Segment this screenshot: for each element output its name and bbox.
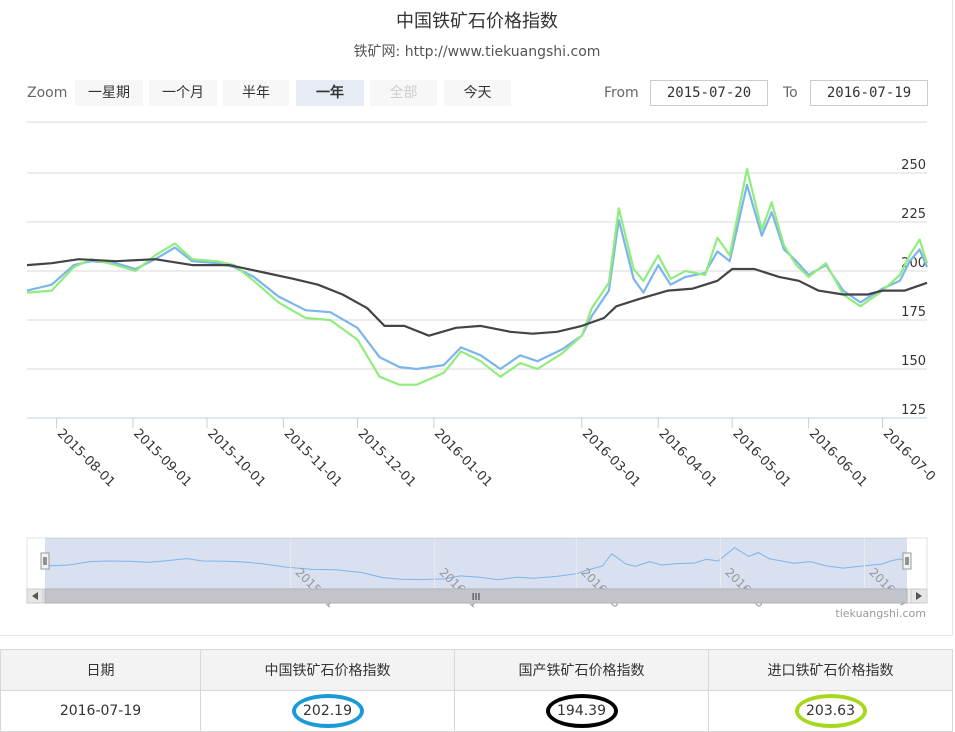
- x-axis: 2015-08-01 2015-09-01 2015-10-01 2015-11-01…: [27, 417, 938, 490]
- x-tick-label-2015-09-01: 2015-09-01: [130, 426, 194, 490]
- header-china-index: 中国铁矿石价格指数: [200, 649, 455, 691]
- chart-subtitle: 铁矿网: http://www.tiekuangshi.com: [354, 44, 601, 60]
- x-tick-label-2016-07-01: 2016-07-0: [880, 426, 938, 484]
- y-tick-label-125: 125: [901, 403, 926, 418]
- cell-domestic-index: 194.39: [454, 690, 709, 732]
- x-tick-label-2015-11-01: 2015-11-01: [281, 426, 345, 490]
- zoom-half-year-button[interactable]: 半年: [223, 80, 289, 106]
- from-date-input[interactable]: 2015-07-20: [650, 80, 768, 106]
- header-domestic-index: 国产铁矿石价格指数: [454, 649, 709, 691]
- zoom-one-year-button[interactable]: 一年: [296, 80, 364, 106]
- x-tick-label-2015-12-01: 2015-12-01: [355, 426, 419, 490]
- y-tick-label-150: 150: [901, 354, 926, 369]
- from-label: From: [604, 85, 639, 101]
- chart-frame: 中国铁矿石价格指数 铁矿网: http://www.tiekuangshi.co…: [0, 0, 953, 636]
- series-line-1: [26, 183, 929, 371]
- cell-china-index: 202.19: [200, 690, 455, 732]
- cell-date: 2016-07-19: [0, 690, 201, 732]
- zoom-one-month-button[interactable]: 一个月: [149, 80, 217, 106]
- table-header-row: 日期 中国铁矿石价格指数 国产铁矿石价格指数 进口铁矿石价格指数: [0, 649, 953, 691]
- chart-credit: tiekuangshi.com: [835, 607, 926, 620]
- summary-table: 日期 中国铁矿石价格指数 国产铁矿石价格指数 进口铁矿石价格指数 2016-07…: [0, 649, 953, 732]
- zoom-label: Zoom: [27, 85, 68, 101]
- cell-imported-index: 203.63: [708, 690, 953, 732]
- x-tick-label-2016-03-01: 2016-03-01: [579, 426, 643, 490]
- navigator-right-handle: [902, 552, 912, 570]
- x-tick-label-2016-04-01: 2016-04-01: [655, 426, 719, 490]
- header-imported-index: 进口铁矿石价格指数: [708, 649, 953, 691]
- to-date-input[interactable]: 2016-07-19: [810, 80, 928, 106]
- highlight-ring-blue: [291, 694, 364, 728]
- chart-title: 中国铁矿石价格指数: [396, 11, 558, 32]
- series-line-2: [26, 168, 929, 386]
- x-tick-label-2016-06-01: 2016-06-01: [806, 426, 870, 490]
- x-tick-label-2015-10-01: 2015-10-01: [204, 426, 268, 490]
- zoom-today-button[interactable]: 今天: [444, 80, 511, 106]
- grid-lines: [27, 121, 927, 370]
- highlight-ring-black: [545, 694, 618, 728]
- x-tick-label-2016-01-01: 2016-01-01: [431, 426, 495, 490]
- y-tick-label-250: 250: [901, 158, 926, 173]
- navigator-selected-range: [45, 538, 907, 589]
- header-date: 日期: [0, 649, 201, 691]
- zoom-one-week-button[interactable]: 一星期: [75, 80, 143, 106]
- navigator-left-handle: [40, 552, 50, 570]
- to-label: To: [783, 85, 798, 101]
- scrollbar-grip-icon: III: [472, 592, 481, 603]
- x-tick-label-2016-05-01: 2016-05-01: [729, 426, 793, 490]
- y-tick-label-175: 175: [901, 305, 926, 320]
- table-row: 2016-07-19 202.19 194.39 203.63: [0, 690, 953, 732]
- highlight-ring-green: [794, 694, 867, 728]
- series-layer: [26, 168, 929, 386]
- navigator[interactable]: 2015-11 2016-01 2016-03 2016-05 2016-07III: [26, 537, 928, 611]
- y-tick-label-225: 225: [901, 207, 926, 222]
- x-tick-label-2015-08-01: 2015-08-01: [54, 426, 118, 490]
- zoom-all-button[interactable]: 全部: [370, 80, 437, 106]
